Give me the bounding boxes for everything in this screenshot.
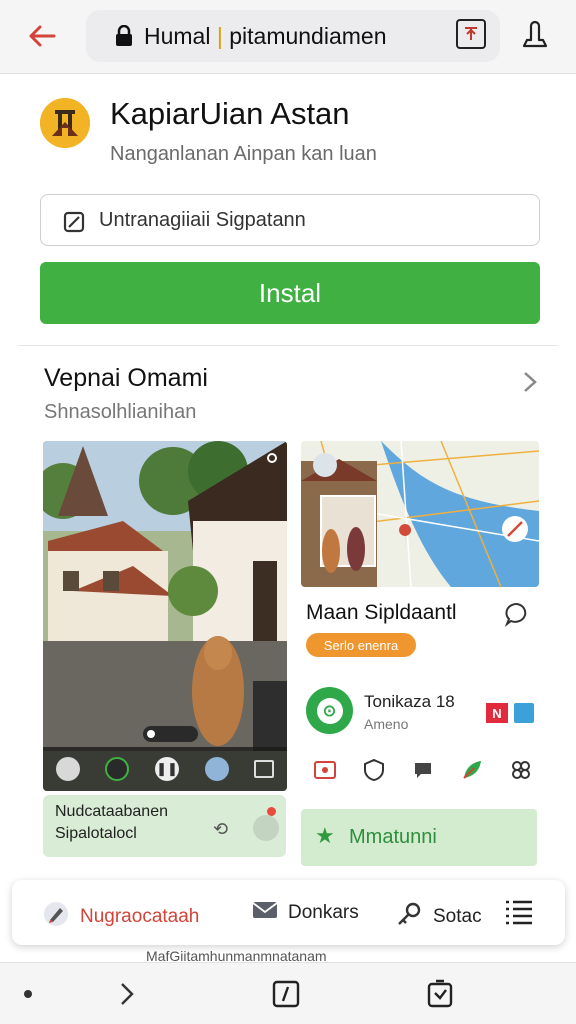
browser-toolbar: Humal | pitamundiamen	[0, 0, 576, 74]
edit-icon[interactable]	[272, 980, 300, 1008]
dot-icon[interactable]	[14, 980, 42, 1008]
section-title: Vepnai Omami	[44, 364, 208, 392]
app-title: KapiarUian Astan	[110, 96, 350, 131]
green-card-label: Mmatunni	[349, 826, 437, 848]
building-photo[interactable]: ❚❚	[43, 441, 287, 791]
install-button[interactable]: Instal	[40, 262, 540, 324]
rotate-icon[interactable]	[426, 979, 454, 1008]
indicator-dot	[267, 453, 277, 463]
action-item-2[interactable]: Donkars	[252, 900, 359, 926]
avatar[interactable]: ⊙	[306, 687, 353, 734]
star-icon: ★	[315, 823, 335, 848]
search-input[interactable]: Untranagiiaii Sigpatann	[40, 194, 540, 246]
action-label-2: Donkars	[288, 902, 359, 923]
pause-icon[interactable]: ❚❚	[154, 757, 179, 781]
tabs-icon[interactable]	[456, 19, 486, 49]
bottom-nav	[0, 962, 576, 1024]
leaf-icon[interactable]	[459, 757, 485, 783]
note-card[interactable]: Nudcataabanen Sipalotalocl ⟲	[43, 795, 286, 857]
location-pin-icon: ⊙	[316, 697, 343, 724]
divider	[18, 345, 558, 346]
chat-icon[interactable]	[504, 601, 530, 632]
record-icon[interactable]	[253, 815, 279, 841]
back-arrow-icon[interactable]	[24, 20, 60, 52]
map-preview[interactable]	[301, 441, 539, 587]
apps-icon[interactable]	[508, 757, 534, 783]
app-logo	[40, 98, 90, 148]
action-item-1[interactable]: Nugraocataah	[42, 900, 199, 934]
edit-box-icon	[63, 211, 85, 238]
app-subtitle: Nanganlanan Ainpan kan luan	[110, 143, 377, 165]
card-meta: Ameno	[364, 716, 409, 732]
chat-bubble-icon[interactable]	[410, 757, 436, 783]
location-icon[interactable]	[105, 757, 130, 781]
n-logo-icon: N	[486, 703, 508, 723]
menu-icon[interactable]	[504, 898, 534, 931]
chevron-right-icon[interactable]	[520, 370, 540, 399]
note-line-2: Sipalotalocl	[55, 825, 137, 842]
chevron-right-icon[interactable]	[113, 980, 141, 1008]
action-bar: Nugraocataah Donkars Sotac	[12, 880, 565, 945]
note-line-1: Nudcataabanen	[55, 803, 168, 820]
search-value: Untranagiiaii Sigpatann	[99, 209, 306, 231]
share-icon[interactable]	[520, 18, 550, 52]
action-label-3: Sotac	[433, 906, 482, 927]
key-icon	[395, 900, 423, 934]
shield-icon[interactable]	[361, 757, 387, 783]
action-label-1: Nugraocataah	[80, 906, 200, 927]
window-icon[interactable]	[254, 760, 275, 778]
status-badge: Serlo enenra	[306, 633, 416, 657]
search-icon[interactable]: ⟲	[213, 819, 228, 840]
globe-icon[interactable]	[204, 757, 229, 781]
action-item-3[interactable]: Sotac	[395, 900, 482, 934]
card-title: Maan Sipldaantl	[306, 601, 457, 624]
green-action-card[interactable]: ★ Mmatunni	[301, 809, 537, 866]
card-action-row	[312, 757, 534, 783]
section-subtitle: Shnasolhlianihan	[44, 401, 197, 423]
lock-icon	[114, 24, 134, 52]
card-name: Tonikaza 18	[364, 692, 455, 711]
card-icon	[514, 703, 534, 723]
photo-toolbar: ❚❚	[43, 747, 287, 791]
mail-icon	[252, 900, 278, 926]
url-host: Humal	[144, 23, 211, 49]
pen-icon	[42, 900, 70, 934]
video-icon[interactable]	[312, 757, 338, 783]
url-path: pitamundiamen	[229, 23, 387, 49]
avatar-icon[interactable]	[55, 757, 80, 781]
url-text: Humal | pitamundiamen	[144, 23, 387, 49]
address-bar[interactable]: Humal | pitamundiamen	[86, 10, 500, 62]
